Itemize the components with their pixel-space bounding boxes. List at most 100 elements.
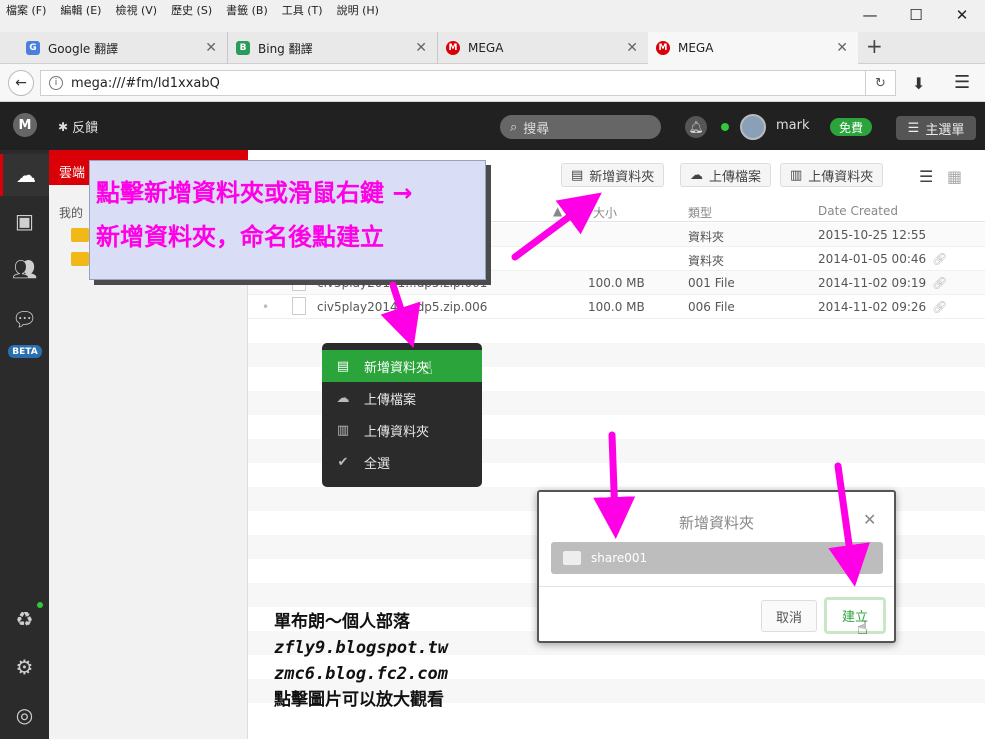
column-date[interactable]: Date Created (818, 204, 898, 218)
search-input[interactable]: ⌕ 搜尋 (500, 115, 661, 139)
feedback-link[interactable]: ✱ 反饋 (58, 117, 99, 137)
plan-badge[interactable]: 免費 (830, 118, 872, 136)
chat-icon[interactable]: 💬︎ (0, 298, 49, 340)
upload-folder-button[interactable]: ▥ 上傳資料夾 (780, 163, 884, 187)
maximize-button[interactable]: ☐ (893, 0, 939, 30)
column-size[interactable]: 大小 (593, 204, 617, 221)
row-type: 006 File (688, 300, 735, 314)
bing-translate-icon: B (236, 41, 250, 55)
online-status-dot (721, 123, 729, 131)
new-folder-button[interactable]: ▤ 新增資料夾 (561, 163, 665, 187)
close-tab-icon[interactable]: ✕ (415, 40, 427, 56)
context-new-folder[interactable]: ▤ 新增資料夾 ☝ (322, 350, 482, 382)
context-upload-folder[interactable]: ▥ 上傳資料夾 (322, 414, 482, 446)
contacts-icon[interactable]: 👥︎ (0, 248, 49, 290)
new-folder-icon: ▤ (571, 167, 584, 183)
link-icon[interactable]: 🔗︎ (932, 276, 947, 290)
tab-mega-active[interactable]: M MEGA ✕ (648, 32, 858, 64)
folder-name-value: share001 (591, 551, 648, 565)
new-folder-label: 新增資料夾 (589, 169, 655, 185)
reload-icon[interactable]: ↻ (866, 70, 896, 96)
info-icon[interactable]: i (49, 76, 63, 90)
list-view-icon[interactable]: ☰ (919, 167, 933, 186)
file-icon (292, 297, 306, 315)
context-item-label: 上傳檔案 (364, 392, 417, 408)
cancel-button[interactable]: 取消 (761, 600, 817, 632)
new-tab-icon[interactable]: + (866, 34, 883, 58)
tab-google-translate[interactable]: G Google 翻譯 ✕ (18, 32, 228, 64)
avatar[interactable] (740, 114, 766, 140)
tab-label: Google 翻譯 (48, 41, 119, 56)
folder-icon[interactable] (71, 228, 89, 242)
menu-history[interactable]: 歷史 (S) (171, 2, 212, 18)
bug-icon: ✱ (58, 119, 69, 134)
menu-help[interactable]: 說明 (H) (337, 2, 379, 18)
notification-bell-icon[interactable]: 🔔︎ (685, 116, 707, 138)
dialog-title: 新增資料夾 (678, 514, 754, 532)
mega-icon: M (446, 41, 460, 55)
table-row[interactable]: • civ5play20141...dp5.zip.006 100.0 MB 0… (248, 295, 985, 319)
sync-status-dot (37, 602, 43, 608)
link-icon[interactable]: 🔗︎ (932, 252, 947, 266)
minimize-button[interactable]: — (847, 0, 893, 30)
shared-folders-icon[interactable]: ▣ (0, 200, 49, 242)
checkmark-icon: ✔ (337, 454, 349, 470)
url-bar[interactable]: i mega:///#fm/ld1xxabQ (40, 70, 866, 96)
mega-logo[interactable]: M (13, 113, 37, 137)
folder-name-input[interactable]: share001 (551, 542, 883, 574)
context-select-all[interactable]: ✔ 全選 (322, 446, 482, 478)
menu-view[interactable]: 檢視 (V) (115, 2, 157, 18)
upload-cloud-icon: ☁ (690, 167, 703, 183)
transfers-icon[interactable]: ◎ (0, 694, 49, 736)
context-item-label: 上傳資料夾 (364, 424, 430, 440)
hand-cursor-icon: ☝ (422, 358, 433, 379)
hamburger-icon: ☰ (907, 120, 920, 136)
upload-cloud-icon: ☁ (336, 390, 350, 406)
sort-arrow-icon[interactable]: ▲ (553, 204, 562, 218)
menu-bar: 檔案 (F) 編輯 (E) 檢視 (V) 歷史 (S) 書籤 (B) 工具 (T… (6, 2, 379, 18)
google-translate-icon: G (26, 41, 40, 55)
mega-icon: M (656, 41, 670, 55)
callout-line: 新增資料夾，命名後點建立 (96, 223, 384, 251)
tab-label: MEGA (468, 41, 504, 55)
tab-label: MEGA (678, 41, 714, 55)
grid-view-icon[interactable]: ▦ (947, 167, 962, 186)
download-icon[interactable]: ⬇ (912, 74, 925, 93)
close-tab-icon[interactable]: ✕ (205, 40, 217, 56)
cloud-drive-icon[interactable]: ☁ (0, 154, 49, 196)
settings-gear-icon[interactable]: ⚙ (0, 646, 49, 688)
menu-bookmarks[interactable]: 書籤 (B) (226, 2, 268, 18)
beta-badge: BETA (8, 345, 42, 358)
close-tab-icon[interactable]: ✕ (836, 40, 848, 56)
folder-icon[interactable] (71, 252, 89, 266)
blog-line: 單布朗～個人部落 (274, 612, 410, 632)
context-upload-file[interactable]: ☁ 上傳檔案 (322, 382, 482, 414)
close-icon[interactable]: ✕ (863, 510, 876, 529)
upload-file-button[interactable]: ☁ 上傳檔案 (680, 163, 772, 187)
navigation-bar: ← i mega:///#fm/ld1xxabQ ↻ ⬇ ☰ (0, 64, 985, 102)
menu-file[interactable]: 檔案 (F) (6, 2, 46, 18)
context-item-label: 全選 (364, 456, 391, 472)
tab-bing-translate[interactable]: B Bing 翻譯 ✕ (228, 32, 438, 64)
menu-tools[interactable]: 工具 (T) (282, 2, 323, 18)
feedback-label: 反饋 (72, 121, 99, 136)
close-window-button[interactable]: ✕ (939, 0, 985, 30)
upload-file-label: 上傳檔案 (709, 169, 762, 185)
blog-line: zfly9.blogspot.tw (274, 638, 448, 658)
link-icon[interactable]: 🔗︎ (932, 300, 947, 314)
close-tab-icon[interactable]: ✕ (626, 40, 638, 56)
row-type: 資料夾 (688, 230, 725, 244)
column-type[interactable]: 類型 (688, 204, 712, 221)
username[interactable]: mark (776, 118, 810, 133)
back-arrow-icon[interactable]: ← (8, 70, 34, 96)
menu-edit[interactable]: 編輯 (E) (60, 2, 101, 18)
new-folder-icon: ▤ (336, 358, 350, 374)
tab-label: Bing 翻譯 (258, 41, 313, 56)
create-button[interactable]: 建立 (824, 597, 886, 634)
tab-mega[interactable]: M MEGA ✕ (438, 32, 648, 64)
hamburger-menu-icon[interactable]: ☰ (954, 72, 970, 93)
row-size: 100.0 MB (588, 300, 645, 314)
new-folder-dialog: 新增資料夾 ✕ share001 取消 建立 ☝ (537, 490, 896, 643)
blog-line: 點擊圖片可以放大觀看 (274, 690, 444, 710)
main-menu-button[interactable]: ☰ 主選單 (896, 116, 976, 140)
